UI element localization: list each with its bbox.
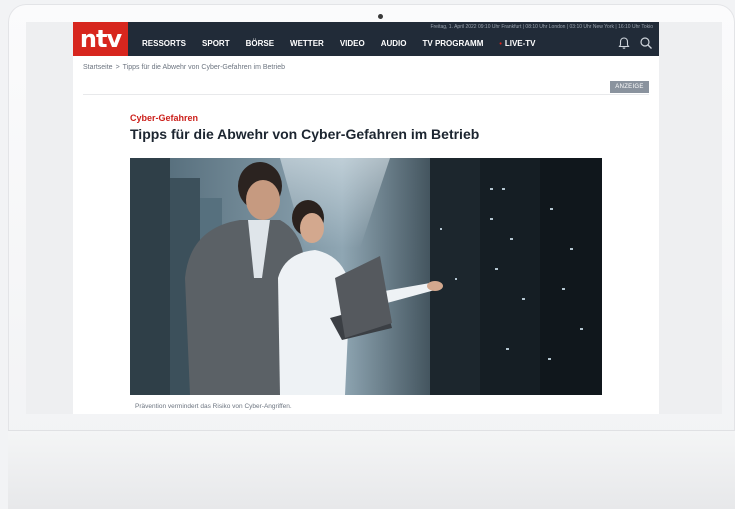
breadcrumb-current: Tipps für die Abwehr von Cyber-Gefahren … — [122, 64, 286, 71]
nav-item-sport[interactable]: SPORT — [202, 37, 230, 51]
main-nav: RESSORTS SPORT BÖRSE WETTER VIDEO AUDIO … — [142, 37, 552, 51]
nav-item-audio[interactable]: AUDIO — [381, 37, 407, 51]
ntv-logo[interactable]: ntv — [73, 22, 128, 56]
breadcrumb: Startseite > Tipps für die Abwehr von Cybe… — [83, 64, 285, 71]
nav-item-video[interactable]: VIDEO — [340, 37, 365, 51]
breadcrumb-home-link[interactable]: Startseite — [83, 64, 113, 71]
article-headline: Tipps für die Abwehr von Cyber-Gefahren … — [130, 126, 480, 142]
search-icon[interactable] — [639, 36, 653, 50]
bell-icon[interactable] — [617, 36, 631, 50]
nav-item-boerse[interactable]: BÖRSE — [246, 37, 274, 51]
nav-item-live-tv[interactable]: • LIVE-TV — [499, 37, 535, 51]
nav-item-ressorts[interactable]: RESSORTS — [142, 37, 186, 51]
image-caption: Prävention vermindert das Risiko von Cyb… — [135, 403, 292, 410]
top-navigation-bar: ntv Freitag, 1. April 2022 09:10 Uhr Fra… — [73, 22, 659, 56]
divider — [83, 94, 649, 95]
ad-badge: ANZEIGE — [610, 81, 649, 93]
article-kicker: Cyber-Gefahren — [130, 113, 199, 123]
dateline: Freitag, 1. April 2022 09:10 Uhr Frankfu… — [430, 24, 653, 30]
monitor-chin — [8, 430, 735, 509]
server-room-illustration — [130, 158, 602, 395]
live-dot-icon: • — [499, 41, 502, 48]
web-page: ntv Freitag, 1. April 2022 09:10 Uhr Fra… — [73, 22, 659, 414]
camera-dot — [378, 14, 383, 19]
breadcrumb-separator: > — [115, 64, 120, 71]
nav-item-wetter[interactable]: WETTER — [290, 37, 324, 51]
nav-item-tv-programm[interactable]: TV PROGRAMM — [423, 37, 484, 51]
nav-item-live-tv-label: LIVE-TV — [504, 39, 536, 48]
hero-image[interactable] — [130, 158, 602, 395]
screen: ntv Freitag, 1. April 2022 09:10 Uhr Fra… — [26, 22, 722, 414]
